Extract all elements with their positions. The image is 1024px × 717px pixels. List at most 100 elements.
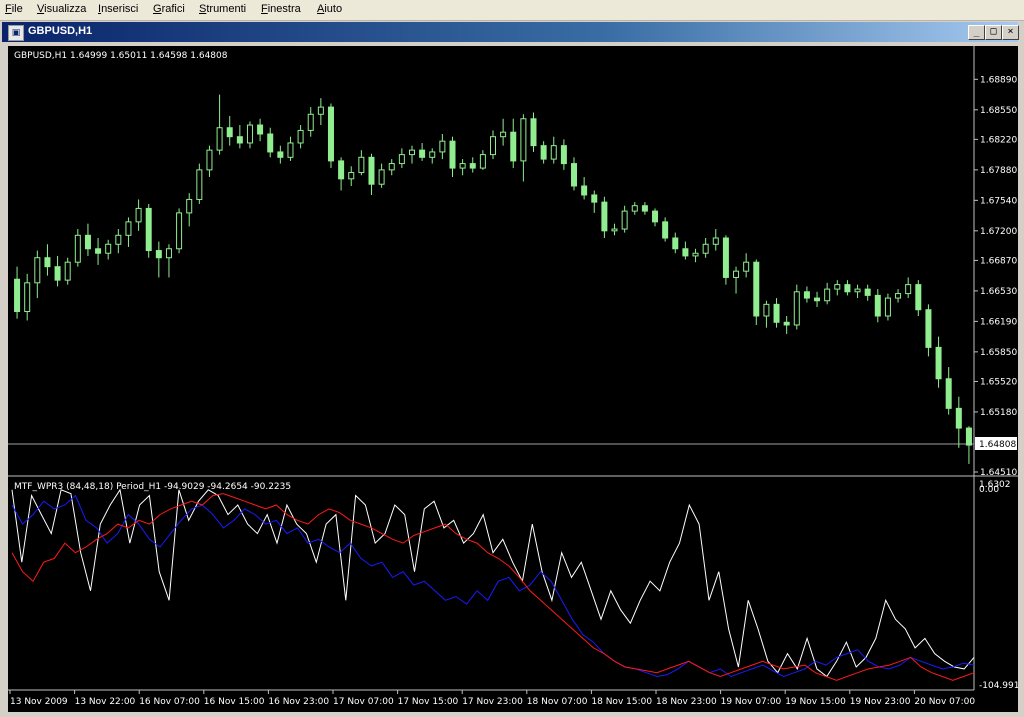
price-tick-label: 1.65180 — [980, 408, 1017, 418]
menu-strumenti[interactable]: Strumenti — [199, 3, 246, 15]
candle-body — [884, 297, 891, 317]
candle-body — [115, 234, 122, 245]
candle-body — [915, 284, 922, 311]
candle-body — [500, 131, 507, 138]
price-tick-label: 1.64510 — [980, 468, 1017, 478]
candle-body — [216, 127, 223, 151]
candle-body — [611, 228, 618, 232]
candle-body — [358, 156, 365, 174]
candle-body — [459, 163, 466, 169]
candle-body — [965, 427, 972, 446]
candle-body — [803, 291, 810, 299]
candles-group — [14, 94, 972, 464]
price-tick-label: 1.68550 — [980, 106, 1017, 116]
candle-body — [186, 198, 193, 214]
price-tick-label: 1.65850 — [980, 348, 1017, 358]
candle-body — [176, 212, 183, 250]
menu-visualizza[interactable]: Visualizza — [37, 3, 86, 15]
candle-body — [439, 140, 446, 153]
candle-body — [601, 201, 608, 232]
menu-grafici[interactable]: Grafici — [153, 3, 185, 15]
candle-body — [105, 243, 112, 254]
candle-body — [24, 282, 31, 313]
time-tick-label: 16 Nov 15:00 — [204, 697, 265, 707]
chart-window-title: GBPUSD,H1 — [28, 25, 93, 37]
candle-body — [236, 136, 243, 144]
candle-body — [763, 303, 770, 317]
candle-body — [571, 163, 578, 187]
candle-body — [540, 145, 547, 160]
candle-body — [682, 248, 689, 257]
chart-window-icon: ▣ — [8, 25, 24, 41]
chart-canvas[interactable]: 1.68890 1.68550 1.68220 1.67880 1.67540 1.672… — [8, 46, 1018, 712]
candle-body — [378, 169, 385, 185]
indicator-panel-header: MTF_WPR3 (84,48,18) Period_H1 -94.9029 -… — [14, 482, 292, 492]
candle-body — [550, 145, 557, 160]
indicator-axis-bottom-label: -104.991 — [979, 681, 1018, 691]
candle-body — [338, 160, 345, 180]
indicator-line-blue — [11, 494, 975, 678]
time-tick-label: 19 Nov 07:00 — [721, 697, 782, 707]
indicator-lines — [11, 488, 975, 681]
time-tick-label: 13 Nov 22:00 — [75, 697, 136, 707]
time-tick-label: 13 Nov 2009 — [10, 697, 68, 707]
candle-body — [753, 261, 760, 317]
menu-file[interactable]: File — [5, 3, 23, 15]
candle-body — [267, 133, 274, 153]
time-tick-label: 17 Nov 23:00 — [462, 697, 523, 707]
candle-body — [935, 346, 942, 380]
candle-body — [14, 278, 21, 313]
candle-body — [368, 156, 375, 185]
chart-area[interactable]: 1.68890 1.68550 1.68220 1.67880 1.67540 1.672… — [8, 46, 1018, 712]
candle-body — [145, 207, 152, 252]
menu-inserisci[interactable]: Inserisci — [98, 3, 138, 15]
time-axis: 13 Nov 2009 13 Nov 22:00 16 Nov 07:00 16 No… — [9, 690, 975, 707]
time-tick-label: 18 Nov 07:00 — [527, 697, 588, 707]
chart-window-titlebar[interactable]: ▣ GBPUSD,H1 _ □ × — [2, 22, 1019, 42]
candle-body — [125, 221, 132, 236]
close-button[interactable]: × — [1002, 25, 1019, 40]
candle-body — [662, 221, 669, 239]
time-tick-label: 19 Nov 15:00 — [785, 697, 846, 707]
menu-aiuto[interactable]: Aiuto — [317, 3, 342, 15]
minimize-button[interactable]: _ — [968, 25, 985, 40]
candle-body — [196, 169, 203, 200]
restore-button[interactable]: □ — [985, 25, 1002, 40]
candle-body — [591, 194, 598, 203]
candle-body — [631, 205, 638, 212]
candle-body — [429, 151, 436, 158]
price-panel-header: GBPUSD,H1 1.64999 1.65011 1.64598 1.6480… — [14, 51, 228, 61]
menu-finestra[interactable]: Finestra — [261, 3, 301, 15]
time-tick-label: 17 Nov 15:00 — [398, 697, 459, 707]
candle-body — [64, 261, 71, 281]
time-tick-label: 17 Nov 07:00 — [333, 697, 394, 707]
candle-body — [854, 288, 861, 293]
candle-body — [692, 252, 699, 257]
price-tick-label: 1.68220 — [980, 135, 1017, 145]
candle-body — [206, 149, 213, 171]
candle-body — [317, 106, 324, 115]
candle-body — [905, 284, 912, 295]
candle-body — [287, 142, 294, 158]
candle-body — [398, 154, 405, 165]
price-tick-label: 1.68890 — [980, 75, 1017, 85]
candle-body — [652, 210, 659, 223]
candle-body — [54, 266, 61, 281]
current-price-label: 1.64808 — [979, 440, 1016, 450]
candle-body — [814, 297, 821, 302]
candle-body — [641, 205, 648, 212]
candle-body — [84, 234, 91, 250]
candle-body — [34, 257, 41, 284]
candle-body — [895, 293, 902, 299]
candle-body — [783, 321, 790, 326]
time-tick-label: 18 Nov 23:00 — [656, 697, 717, 707]
candle-body — [793, 291, 800, 326]
time-tick-label: 19 Nov 23:00 — [850, 697, 911, 707]
candle-body — [297, 129, 304, 144]
candle-body — [864, 288, 871, 296]
candle-body — [510, 131, 517, 162]
candle-body — [955, 407, 962, 429]
candle-body — [307, 113, 314, 131]
candle-body — [530, 118, 537, 147]
candle-body — [44, 257, 51, 268]
